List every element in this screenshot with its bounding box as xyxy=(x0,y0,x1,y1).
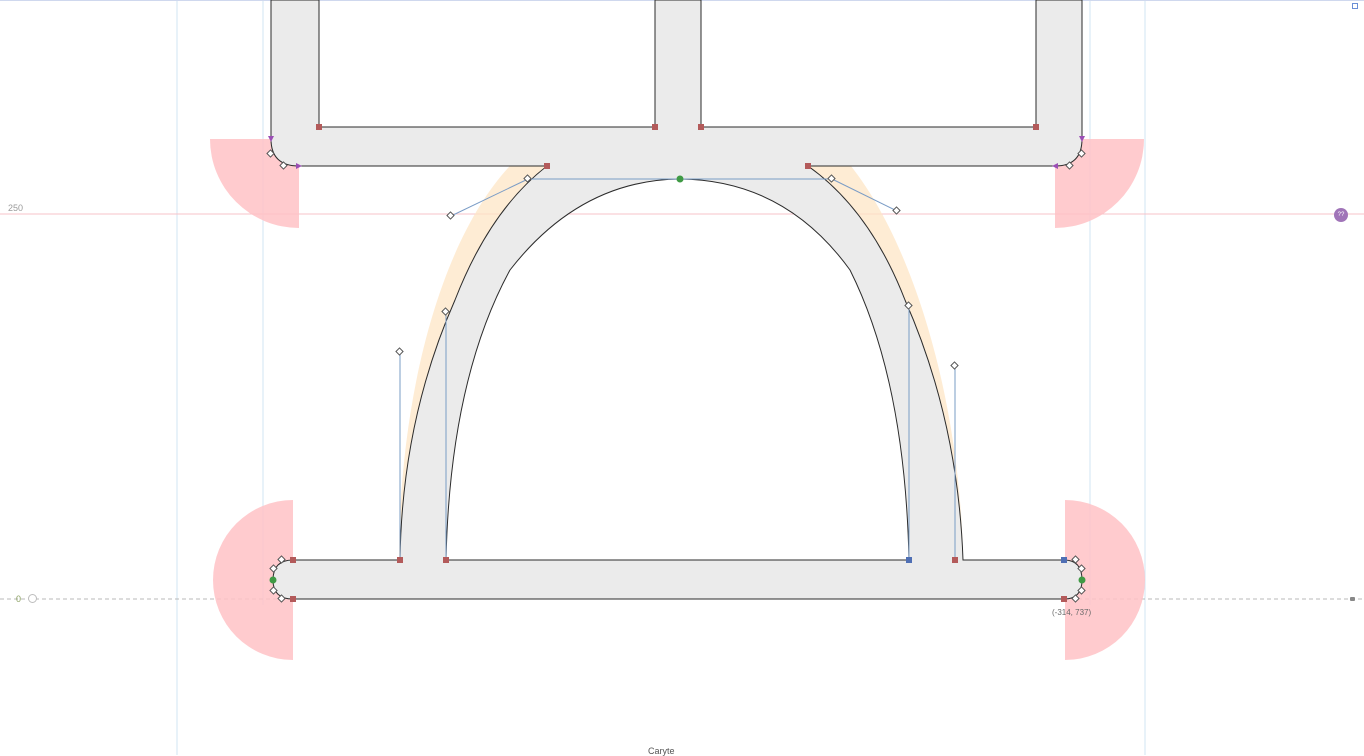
baseline-origin-icon[interactable] xyxy=(28,594,37,603)
baseline-label: 0 xyxy=(16,594,22,604)
metric-label-250: 250 xyxy=(8,203,24,213)
selection-coordinates: (-314, 737) xyxy=(1052,608,1092,617)
corner-resize-icon[interactable] xyxy=(1352,3,1358,9)
background-layer-arch xyxy=(399,136,963,560)
metric-badge-icon[interactable]: ?? xyxy=(1334,208,1348,222)
off-curve-points[interactable] xyxy=(266,149,1086,603)
lock-icon[interactable] xyxy=(1350,597,1355,601)
smooth-points[interactable] xyxy=(269,175,1086,584)
glyph-edit-canvas[interactable] xyxy=(0,0,1364,755)
